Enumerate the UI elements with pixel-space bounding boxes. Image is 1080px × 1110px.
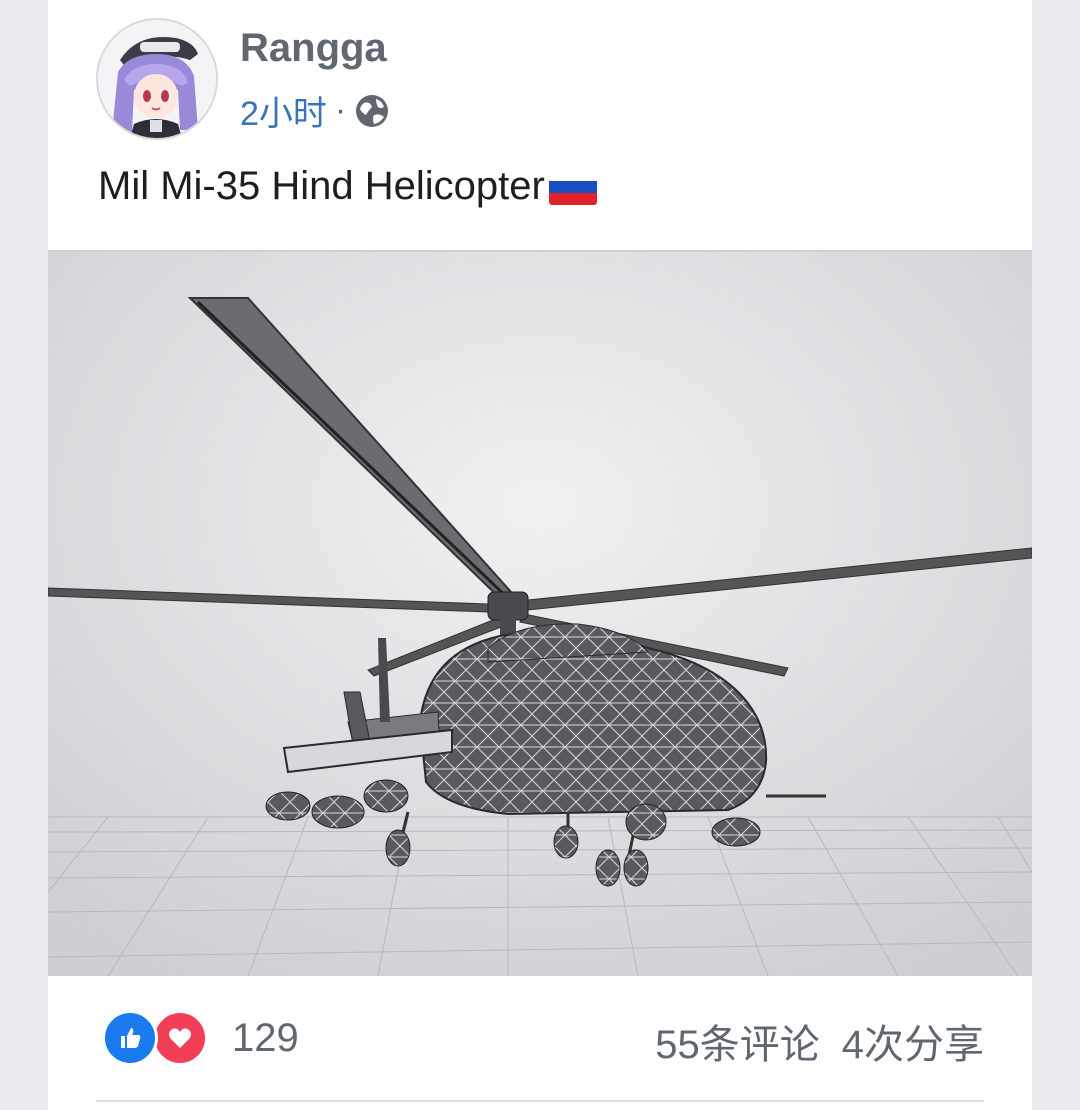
like-icon [102, 1010, 158, 1066]
avatar[interactable] [96, 18, 218, 140]
post-message: Mil Mi-35 Hind Helicopter [98, 164, 545, 208]
shares-link[interactable]: 4次分享 [842, 1012, 984, 1070]
author-name[interactable]: Rangga [240, 26, 387, 71]
footer-divider [96, 1100, 984, 1102]
post-meta: 2小时 · [240, 86, 390, 135]
avatar-image [98, 20, 216, 138]
reaction-count: 129 [232, 1015, 299, 1060]
post-footer: 129 55条评论 4次分享 [48, 974, 1032, 1110]
post-text: Mil Mi-35 Hind Helicopter [98, 164, 597, 209]
page: Rangga 2小时 · Mil Mi-35 Hind Helicopter 1… [0, 0, 1080, 1110]
globe-icon[interactable] [354, 93, 390, 129]
reactions-summary[interactable]: 129 [102, 1010, 299, 1066]
engagement-stats: 55条评论 4次分享 [655, 1012, 984, 1070]
post-card: Rangga 2小时 · Mil Mi-35 Hind Helicopter 1… [48, 0, 1032, 1110]
helicopter-wireframe-image [48, 252, 1032, 976]
post-time[interactable]: 2小时 [240, 86, 327, 135]
russia-flag-emoji [548, 168, 597, 205]
meta-separator: · [334, 91, 347, 129]
love-icon [152, 1010, 208, 1066]
post-header: Rangga 2小时 · Mil Mi-35 Hind Helicopter [48, 0, 1032, 250]
post-image[interactable] [48, 250, 1032, 976]
comments-link[interactable]: 55条评论 [655, 1012, 820, 1070]
